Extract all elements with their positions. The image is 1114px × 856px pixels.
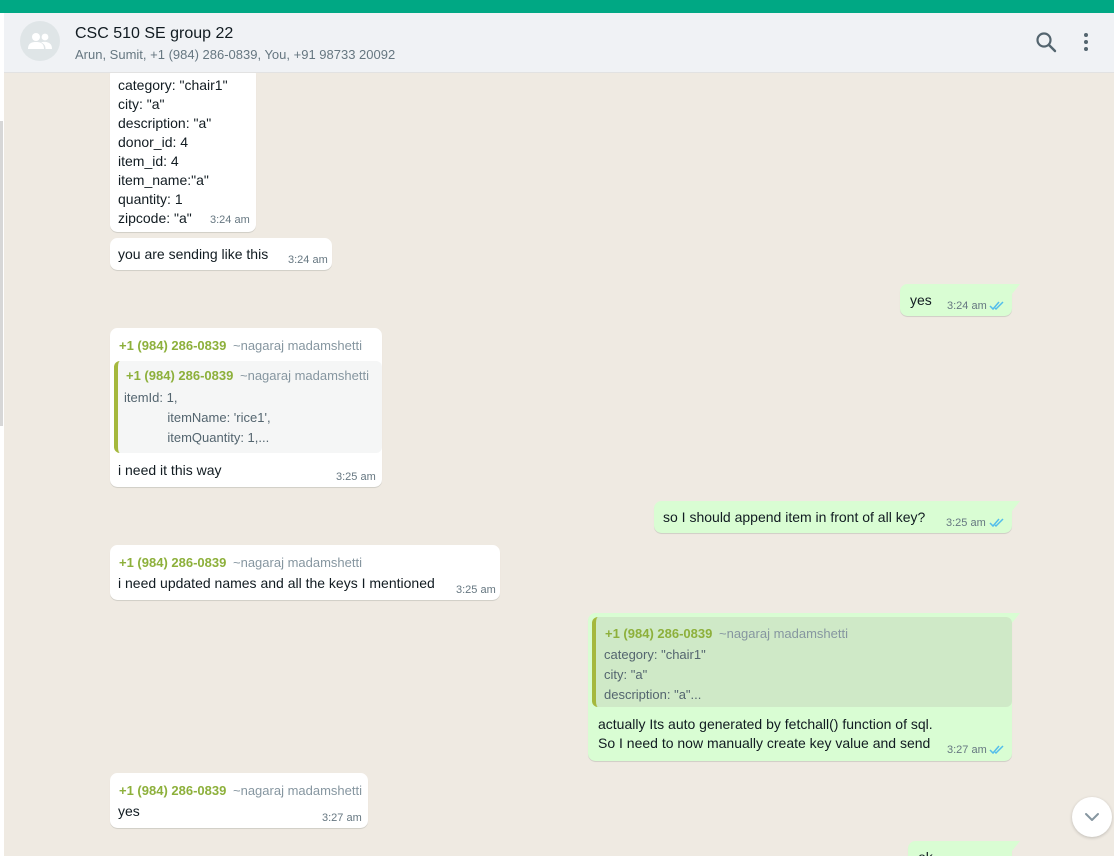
message-line: city: "a" xyxy=(118,96,165,112)
sender-name[interactable]: +1 (984) 286-0839 xyxy=(119,783,226,798)
top-accent-bar xyxy=(0,0,1114,13)
group-avatar-icon[interactable] xyxy=(20,21,60,61)
bubble-tail xyxy=(1012,284,1020,294)
quoted-sender-name: +1 (984) 286-0839 xyxy=(605,626,713,641)
message-line: category: "chair1" xyxy=(118,77,228,93)
message-incoming[interactable]: +1 (984) 286-0839 ~nagaraj madamshetti i… xyxy=(110,545,500,600)
quoted-sender-alias: ~nagaraj madamshetti xyxy=(719,626,848,641)
quoted-sender-alias: ~nagaraj madamshetti xyxy=(240,368,369,383)
menu-icon[interactable] xyxy=(1081,31,1091,58)
quoted-sender-name: +1 (984) 286-0839 xyxy=(126,368,234,383)
message-outgoing[interactable]: yes 3:24 am xyxy=(900,284,1020,316)
message-outgoing[interactable]: +1 (984) 286-0839 ~nagaraj madamshetti c… xyxy=(588,613,1020,761)
message-line: item_id: 4 xyxy=(118,153,179,169)
search-icon[interactable] xyxy=(1035,31,1057,58)
message-time: 3:27 am xyxy=(947,744,987,756)
message-outgoing[interactable]: ok xyxy=(908,841,1020,856)
message-outgoing[interactable]: so I should append item in front of all … xyxy=(654,501,1020,533)
message-incoming[interactable]: you are sending like this 3:24 am xyxy=(110,238,332,270)
quoted-message[interactable]: +1 (984) 286-0839 ~nagaraj madamshetti c… xyxy=(592,617,1012,707)
sender-alias: ~nagaraj madamshetti xyxy=(233,783,362,798)
message-text: ok xyxy=(918,848,933,856)
chevron-down-icon xyxy=(1085,813,1099,821)
message-line: item_name:"a" xyxy=(118,172,209,188)
chat-list-edge-mark xyxy=(0,121,3,426)
message-time: 3:25 am xyxy=(456,584,496,596)
read-ticks-icon xyxy=(989,518,1004,528)
sender-name[interactable]: +1 (984) 286-0839 xyxy=(119,338,226,353)
sender-name[interactable]: +1 (984) 286-0839 xyxy=(119,555,226,570)
message-line: So I need to now manually create key val… xyxy=(598,735,931,751)
message-time: 3:25 am xyxy=(336,471,376,483)
quoted-line: itemId: 1, xyxy=(124,390,178,405)
message-time: 3:24 am xyxy=(210,214,250,226)
message-incoming[interactable]: +1 (984) 286-0839 ~nagaraj madamshetti +… xyxy=(110,328,382,487)
message-text: i need updated names and all the keys I … xyxy=(118,575,435,591)
sender-alias: ~nagaraj madamshetti xyxy=(233,555,362,570)
read-ticks-icon xyxy=(989,745,1004,755)
message-text: you are sending like this xyxy=(118,246,269,262)
message-line: quantity: 1 xyxy=(118,191,183,207)
chat-members[interactable]: Arun, Sumit, +1 (984) 286-0839, You, +91… xyxy=(75,47,395,62)
quoted-line: itemName: 'rice1', xyxy=(124,410,271,425)
message-text: yes xyxy=(910,292,932,308)
message-line: actually Its auto generated by fetchall(… xyxy=(598,716,933,732)
message-text: so I should append item in front of all … xyxy=(663,509,926,525)
message-line: zipcode: "a" xyxy=(118,210,192,226)
chat-title[interactable]: CSC 510 SE group 22 xyxy=(75,25,233,43)
message-incoming[interactable]: category: "chair1" city: "a" description… xyxy=(110,73,256,232)
message-text: yes xyxy=(118,803,140,819)
quoted-line: description: "a"... xyxy=(604,687,702,702)
message-incoming[interactable]: +1 (984) 286-0839 ~nagaraj madamshetti y… xyxy=(110,773,368,828)
quoted-line: category: "chair1" xyxy=(604,647,706,662)
message-line: donor_id: 4 xyxy=(118,134,189,150)
bubble-tail xyxy=(1012,613,1020,623)
message-time: 3:25 am xyxy=(946,517,986,529)
message-time: 3:27 am xyxy=(322,812,362,824)
sender-alias: ~nagaraj madamshetti xyxy=(233,338,362,353)
chat-header[interactable]: CSC 510 SE group 22 Arun, Sumit, +1 (984… xyxy=(4,13,1114,73)
bubble-tail xyxy=(1012,841,1020,851)
quoted-line: city: "a" xyxy=(604,667,648,682)
message-list[interactable]: category: "chair1" city: "a" description… xyxy=(4,73,1114,856)
message-line: description: "a" xyxy=(118,115,212,131)
quoted-message[interactable]: +1 (984) 286-0839 ~nagaraj madamshetti i… xyxy=(114,361,382,453)
message-time: 3:24 am xyxy=(288,254,328,266)
read-ticks-icon xyxy=(989,301,1004,311)
message-time: 3:24 am xyxy=(947,300,987,312)
message-text: i need it this way xyxy=(118,462,222,478)
bubble-tail xyxy=(1012,501,1020,511)
scroll-to-bottom-button[interactable] xyxy=(1072,797,1112,837)
quoted-line: itemQuantity: 1,... xyxy=(124,430,270,445)
